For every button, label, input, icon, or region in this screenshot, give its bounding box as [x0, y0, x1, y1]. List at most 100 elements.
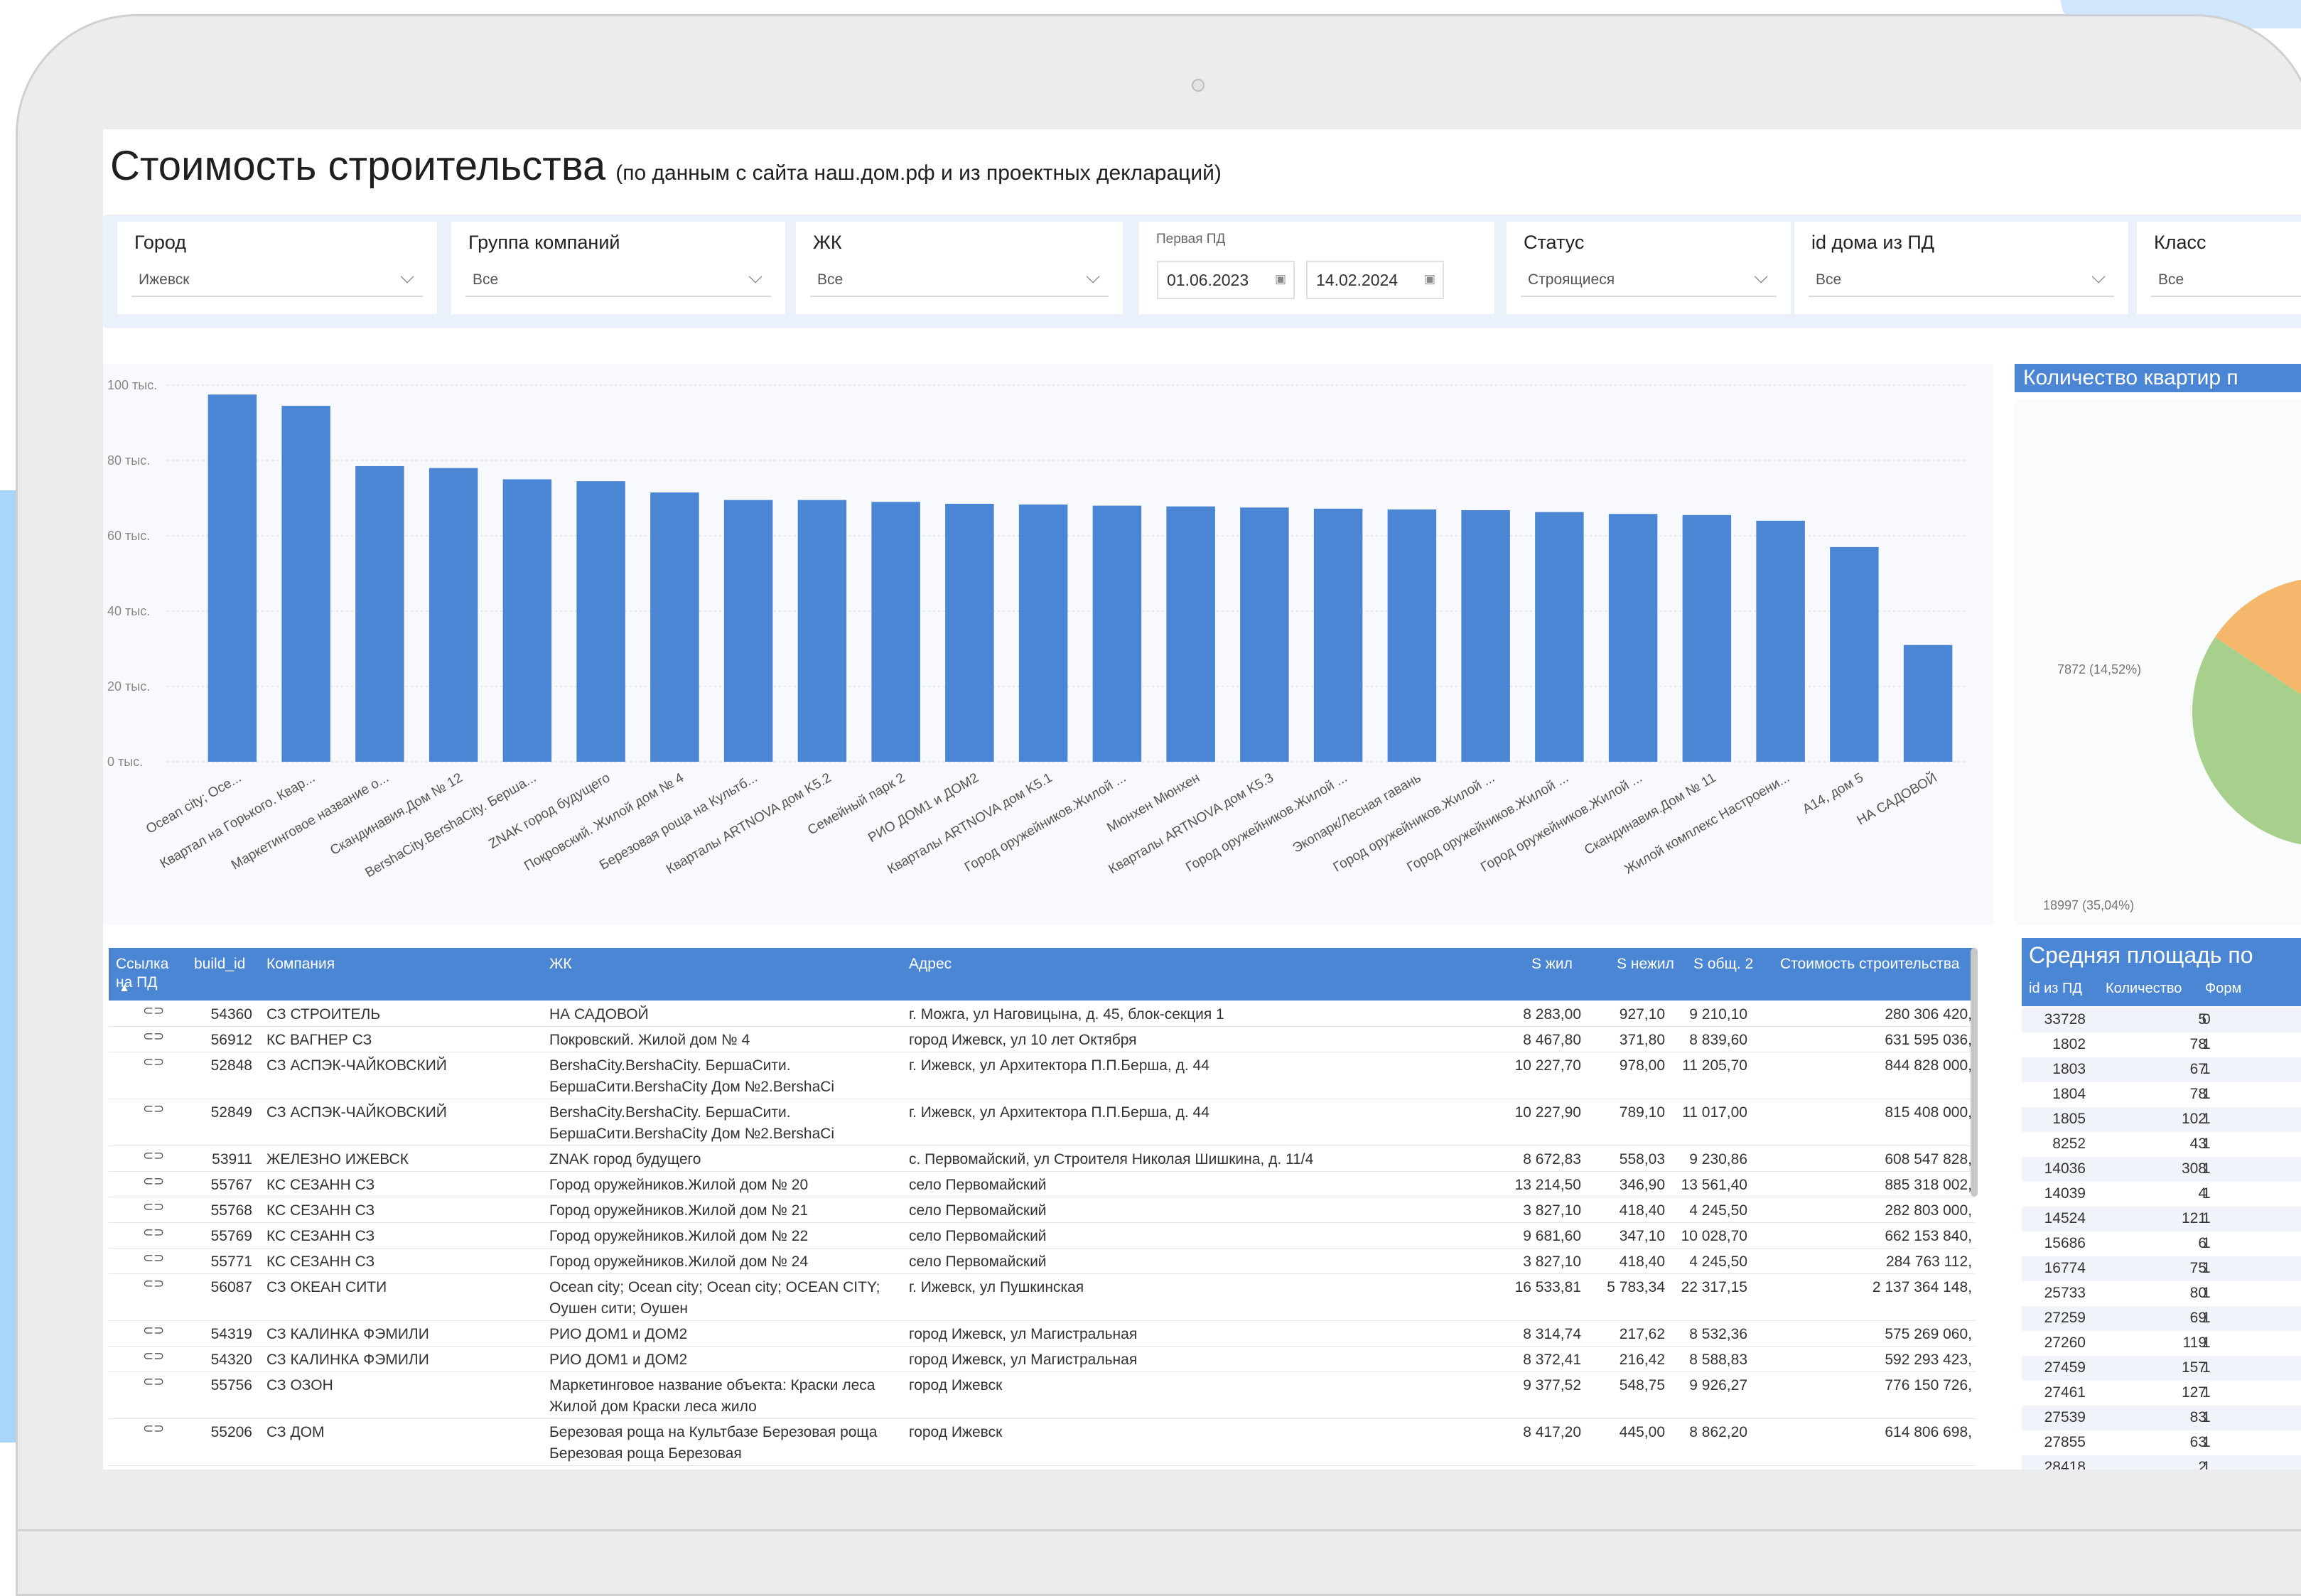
- link-icon[interactable]: ⊂⊃: [143, 1174, 164, 1189]
- link-icon[interactable]: ⊂⊃: [143, 1101, 164, 1116]
- cell-build-id: 55769: [210, 1228, 252, 1244]
- rt-col-id[interactable]: id из ПД: [2029, 981, 2082, 997]
- bar[interactable]: [502, 479, 552, 762]
- rt-col-count[interactable]: Количество: [2106, 981, 2182, 997]
- bar[interactable]: [1903, 645, 1953, 762]
- bar[interactable]: [429, 468, 478, 762]
- bar[interactable]: [1166, 506, 1215, 762]
- link-icon[interactable]: ⊂⊃: [143, 1251, 164, 1266]
- link-icon[interactable]: ⊂⊃: [143, 1148, 164, 1163]
- avg-area-row[interactable]: 28418 2 1: [2022, 1455, 2301, 1470]
- bar[interactable]: [1535, 512, 1584, 762]
- bar[interactable]: [1756, 520, 1805, 762]
- link-icon[interactable]: ⊂⊃: [143, 1003, 164, 1018]
- table-row[interactable]: ⊂⊃ 56912 КС ВАГНЕР СЗ Покровский. Жилой дом…: [109, 1028, 1975, 1052]
- avg-area-row[interactable]: 27259 69 1: [2022, 1306, 2301, 1331]
- cell-zhk: Город оружейников.Жилой дом № 22: [549, 1228, 809, 1244]
- table-row[interactable]: ⊂⊃ 54320 СЗ КАЛИНКА ФЭМИЛИ РИО ДОМ1 и ДОМ2 г…: [109, 1347, 1975, 1372]
- table-row[interactable]: ⊂⊃ 55206 СЗ ДОМ Березовая роща на Культбазе…: [109, 1420, 1975, 1466]
- avg-area-cell: 27461: [2044, 1384, 2086, 1401]
- table-row[interactable]: ⊂⊃ 55771 КС СЕЗАНН СЗ Город оружейников.Жил…: [109, 1249, 1975, 1274]
- table-row[interactable]: ⊂⊃ 52848 СЗ АСПЭК-ЧАЙКОВСКИЙ BershaCity.Ber…: [109, 1053, 1975, 1099]
- avg-area-row[interactable]: 14524 121 1: [2022, 1207, 2301, 1231]
- avg-area-row[interactable]: 15686 6 1: [2022, 1231, 2301, 1256]
- house-id-dropdown-value: Все: [1816, 271, 1842, 288]
- col-company[interactable]: Компания: [266, 955, 335, 974]
- avg-area-cell: 1803: [2052, 1061, 2086, 1077]
- city-dropdown[interactable]: Ижевск ⌵: [131, 263, 423, 297]
- link-icon[interactable]: ⊂⊃: [143, 1323, 164, 1338]
- bar[interactable]: [576, 481, 625, 762]
- table-row[interactable]: ⊂⊃ 55769 КС СЕЗАНН СЗ Город оружейников.Жил…: [109, 1224, 1975, 1249]
- bar[interactable]: [208, 394, 257, 762]
- avg-area-row[interactable]: 14036 308 1: [2022, 1157, 2301, 1182]
- bar[interactable]: [723, 500, 773, 762]
- table-row[interactable]: ⊂⊃ 55768 КС СЕЗАНН СЗ Город оружейников.Жил…: [109, 1198, 1975, 1223]
- bar[interactable]: [797, 500, 847, 762]
- bar[interactable]: [871, 502, 920, 762]
- link-icon[interactable]: ⊂⊃: [143, 1199, 164, 1214]
- group-dropdown[interactable]: Все ⌵: [465, 263, 771, 297]
- rt-col-form[interactable]: Форм: [2205, 981, 2241, 997]
- avg-area-row[interactable]: 33728 5 0: [2022, 1008, 2301, 1032]
- avg-area-row[interactable]: 1803 67 1: [2022, 1057, 2301, 1082]
- avg-area-row[interactable]: 1805 102 1: [2022, 1107, 2301, 1132]
- col-address[interactable]: Адрес: [909, 955, 952, 974]
- avg-area-row[interactable]: 27539 83 1: [2022, 1406, 2301, 1430]
- table-row[interactable]: ⊂⊃ 55756 СЗ ОЗОН Маркетинговое название объ…: [109, 1373, 1975, 1419]
- bar[interactable]: [1313, 508, 1363, 762]
- bar[interactable]: [1387, 509, 1437, 762]
- col-s-obsh[interactable]: S общ. 2: [1693, 955, 1753, 974]
- bar[interactable]: [650, 492, 699, 762]
- link-icon[interactable]: ⊂⊃: [143, 1349, 164, 1364]
- table-row[interactable]: ⊂⊃ 56087 СЗ ОКЕАН СИТИ Ocean city; Ocean ci…: [109, 1275, 1975, 1321]
- zhk-dropdown[interactable]: Все ⌵: [810, 263, 1109, 297]
- date-to-input[interactable]: 14.02.2024 ▣: [1306, 261, 1444, 299]
- sort-up-icon: ▲: [119, 982, 130, 994]
- table-row[interactable]: ⊂⊃ 55767 КС СЕЗАНН СЗ Город оружейников.Жил…: [109, 1172, 1975, 1197]
- table-row[interactable]: ⊂⊃ 53911 ЖЕЛЕЗНО ИЖЕВСК ZNAK город будущего…: [109, 1147, 1975, 1172]
- class-dropdown[interactable]: Все: [2151, 263, 2301, 297]
- avg-area-row[interactable]: 8252 43 1: [2022, 1132, 2301, 1157]
- table-row[interactable]: ⊂⊃ 52849 СЗ АСПЭК-ЧАЙКОВСКИЙ BershaCity.Ber…: [109, 1100, 1975, 1146]
- col-cost[interactable]: Стоимость строительства: [1780, 955, 1959, 974]
- col-s-zhil[interactable]: S жил: [1531, 955, 1573, 974]
- date-from-input[interactable]: 01.06.2023 ▣: [1157, 261, 1295, 299]
- vertical-scrollbar[interactable]: [1971, 948, 1978, 1197]
- status-dropdown[interactable]: Строящиеся ⌵: [1521, 263, 1777, 297]
- cell-address: город Ижевск, ул Магистральная: [909, 1352, 1138, 1368]
- bar[interactable]: [355, 465, 404, 762]
- link-icon[interactable]: ⊂⊃: [143, 1055, 164, 1069]
- avg-area-row[interactable]: 25733 80 1: [2022, 1281, 2301, 1306]
- avg-area-row[interactable]: 27855 63 1: [2022, 1430, 2301, 1455]
- bar[interactable]: [1830, 546, 1879, 762]
- bar[interactable]: [281, 406, 330, 762]
- link-icon[interactable]: ⊂⊃: [143, 1276, 164, 1291]
- bar[interactable]: [1018, 505, 1068, 762]
- avg-area-cell: 2: [2198, 1459, 2206, 1470]
- house-id-dropdown[interactable]: Все ⌵: [1809, 263, 2114, 297]
- link-icon[interactable]: ⊂⊃: [143, 1029, 164, 1044]
- avg-area-row[interactable]: 27461 127 1: [2022, 1381, 2301, 1406]
- bar[interactable]: [1092, 505, 1142, 762]
- col-zhk[interactable]: ЖК: [549, 955, 572, 974]
- col-build-id[interactable]: build_id: [194, 955, 245, 974]
- avg-area-row[interactable]: 27260 119 1: [2022, 1331, 2301, 1356]
- bar[interactable]: [1461, 509, 1510, 762]
- avg-area-row[interactable]: 1804 78 1: [2022, 1082, 2301, 1107]
- col-s-nezhil[interactable]: S нежил: [1617, 955, 1674, 974]
- avg-area-row[interactable]: 27459 157 1: [2022, 1356, 2301, 1381]
- avg-area-row[interactable]: 1802 78 1: [2022, 1032, 2301, 1057]
- table-row[interactable]: ⊂⊃ 54319 СЗ КАЛИНКА ФЭМИЛИ РИО ДОМ1 и ДОМ2 г…: [109, 1322, 1975, 1347]
- cell-address: город Ижевск: [909, 1424, 1003, 1440]
- table-row[interactable]: ⊂⊃ 54360 СЗ СТРОИТЕЛЬ НА САДОВОЙ г. Можга, у…: [109, 1002, 1975, 1027]
- bar[interactable]: [1608, 514, 1658, 762]
- link-icon[interactable]: ⊂⊃: [143, 1225, 164, 1240]
- bar[interactable]: [1240, 507, 1289, 762]
- link-icon[interactable]: ⊂⊃: [143, 1374, 164, 1389]
- link-icon[interactable]: ⊂⊃: [143, 1421, 164, 1436]
- avg-area-row[interactable]: 14039 4 1: [2022, 1182, 2301, 1207]
- avg-area-row[interactable]: 16774 75 1: [2022, 1256, 2301, 1281]
- bar[interactable]: [1682, 514, 1732, 762]
- bar[interactable]: [945, 503, 994, 762]
